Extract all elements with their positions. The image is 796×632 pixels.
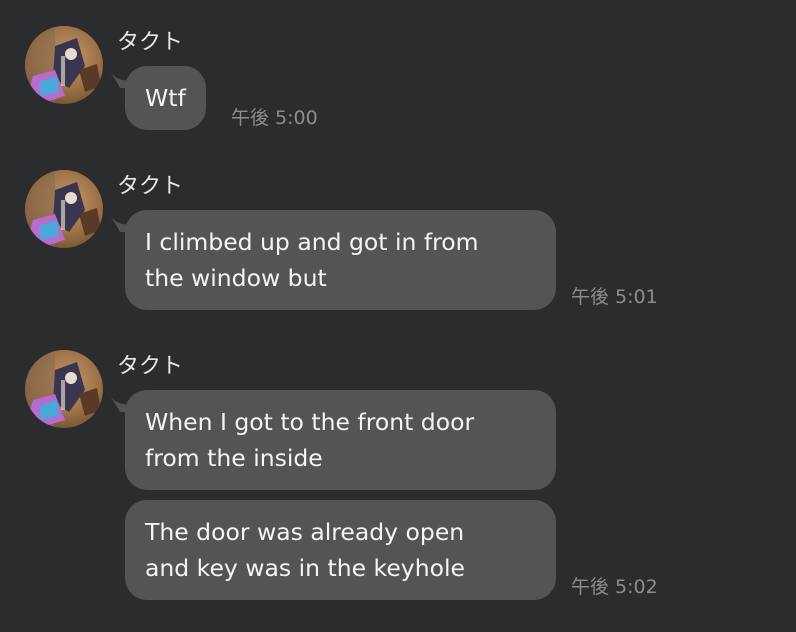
message-bubble[interactable]: The door was already open and key was in… xyxy=(125,500,556,600)
message-bubble[interactable]: When I got to the front door from the in… xyxy=(125,390,556,490)
message-timestamp: 午後 5:02 xyxy=(571,576,658,598)
user-avatar-photo[interactable] xyxy=(25,170,103,248)
message-text-line: When I got to the front door xyxy=(145,408,475,436)
message-text-line: from the inside xyxy=(145,444,323,472)
message-bubble[interactable]: Wtf xyxy=(125,66,206,130)
message-text-line: the window but xyxy=(145,264,327,292)
message-text-line: and key was in the keyhole xyxy=(145,554,465,582)
message-bubble[interactable]: I climbed up and got in from the window … xyxy=(125,210,556,310)
chat-view: タクト Wtf 午後 5:00 タクト I climbed up and got… xyxy=(0,0,796,632)
sender-name: タクト xyxy=(117,30,184,55)
message-text: Wtf xyxy=(145,84,186,112)
message-text-line: The door was already open xyxy=(145,518,465,546)
sender-name: タクト xyxy=(117,354,184,379)
message-timestamp: 午後 5:01 xyxy=(571,286,658,308)
message-text-line: I climbed up and got in from xyxy=(145,228,479,256)
user-avatar-photo[interactable] xyxy=(25,350,103,428)
message-timestamp: 午後 5:00 xyxy=(231,107,318,129)
user-avatar-photo[interactable] xyxy=(25,26,103,104)
sender-name: タクト xyxy=(117,174,184,199)
